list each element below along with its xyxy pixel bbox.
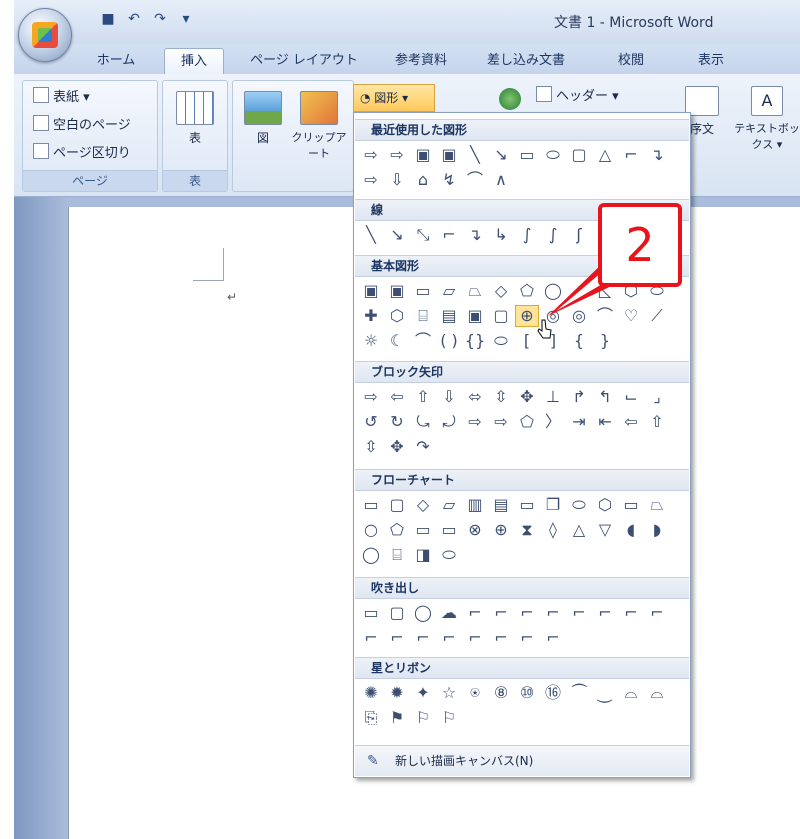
hand-cursor-icon — [537, 319, 552, 339]
callout-pointer — [548, 262, 620, 316]
step-number-callout: 2 — [598, 203, 682, 287]
